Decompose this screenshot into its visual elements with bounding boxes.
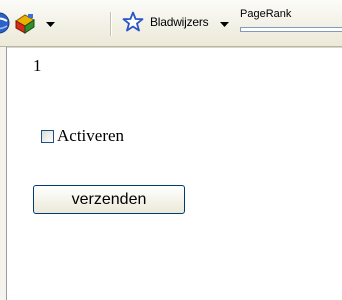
page-content [7, 48, 342, 300]
activate-label: Activeren [57, 126, 125, 145]
globe-icon[interactable] [0, 12, 10, 34]
toolbar-separator [110, 12, 112, 36]
frame-border [0, 47, 7, 300]
pagerank-label[interactable]: PageRank [240, 8, 291, 20]
browser-toolbar: Bladwijzers PageRank [0, 0, 342, 47]
chevron-down-icon[interactable] [220, 22, 229, 27]
chevron-down-icon[interactable] [46, 22, 55, 27]
bookmarks-menu[interactable]: Bladwijzers [150, 15, 209, 29]
number-text: 1 [33, 56, 42, 75]
submit-button[interactable]: verzenden [33, 185, 185, 214]
activate-checkbox[interactable] [41, 129, 54, 143]
activate-option[interactable]: Activeren [41, 126, 124, 146]
extension-icon[interactable] [13, 12, 37, 34]
pagerank-bar [240, 27, 342, 32]
star-icon[interactable] [122, 11, 144, 33]
